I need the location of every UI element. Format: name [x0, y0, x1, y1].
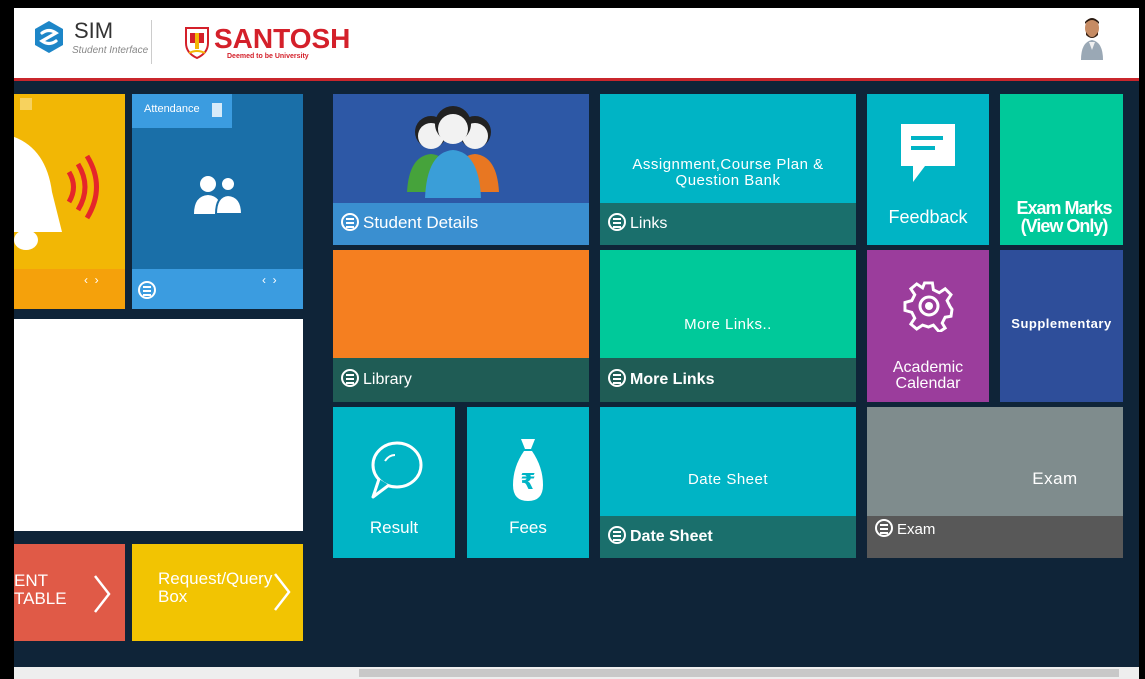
more-links-tile[interactable]: More Links.. More Links: [600, 250, 856, 402]
feedback-icon: [901, 124, 955, 182]
more-links-title: More Links..: [684, 316, 772, 333]
timetable-tile[interactable]: ENT TABLE: [14, 544, 125, 641]
university-subtitle: Deemed to be University: [227, 53, 309, 60]
university-crest-icon: [185, 27, 209, 59]
gear-icon: [903, 281, 954, 332]
exam-marks-label: Exam Marks (View Only): [1016, 198, 1112, 236]
user-avatar[interactable]: [1079, 16, 1105, 60]
dashboard: ‹ › Attendance ‹ › Student Details Assig…: [14, 81, 1139, 667]
tag-icon: [20, 98, 32, 110]
exam-title: Exam: [1032, 469, 1078, 488]
feedback-label: Feedback: [888, 207, 968, 227]
links-text: Links: [630, 215, 668, 232]
more-links-label: More Links: [608, 369, 714, 389]
chat-bubble-icon: [371, 441, 423, 499]
students-icon: [407, 106, 499, 198]
svg-text:₹: ₹: [520, 470, 535, 495]
student-details-text: Student Details: [363, 213, 479, 232]
student-details-label: Student Details: [341, 213, 478, 233]
header-divider: [151, 20, 152, 64]
date-sheet-text: Date Sheet: [630, 528, 713, 545]
fees-label: Fees: [509, 518, 547, 537]
attendance-pager[interactable]: ‹ ›: [262, 273, 277, 287]
scrollbar-thumb[interactable]: [359, 669, 1119, 677]
library-label: Library: [341, 369, 412, 389]
request-query-tile[interactable]: Request/Query Box: [132, 544, 303, 641]
exam-marks-tile[interactable]: Exam Marks (View Only): [1000, 94, 1123, 245]
list-icon: [608, 526, 626, 544]
attendance-tag-label: Attendance: [144, 103, 200, 115]
library-tile[interactable]: Library: [333, 250, 589, 402]
white-content-panel: [14, 319, 303, 531]
feedback-tile[interactable]: Feedback: [867, 94, 989, 245]
academic-calendar-tile[interactable]: Academic Calendar: [867, 250, 989, 402]
list-icon: [138, 281, 156, 299]
list-icon: [341, 213, 359, 231]
chevron-right-icon: [274, 573, 291, 611]
chevron-right-icon: [94, 575, 111, 613]
student-details-tile[interactable]: Student Details: [333, 94, 589, 245]
fees-tile[interactable]: ₹ Fees: [467, 407, 589, 558]
list-icon: [608, 369, 626, 387]
result-tile[interactable]: Result: [333, 407, 455, 558]
horizontal-scrollbar[interactable]: [14, 667, 1139, 679]
notification-tile[interactable]: ‹ ›: [14, 94, 125, 309]
people-icon: [194, 176, 244, 215]
supplementary-label: Supplementary: [1011, 316, 1112, 331]
assignment-title: Assignment,Course Plan & Question Bank: [632, 156, 824, 189]
notification-pager[interactable]: ‹ ›: [84, 273, 99, 287]
tag-icon: [212, 103, 222, 117]
header: SIM Student Interface SANTOSH Deemed to …: [14, 8, 1139, 78]
date-sheet-label: Date Sheet: [608, 526, 713, 546]
exam-text: Exam: [897, 521, 936, 538]
attendance-bar: [132, 269, 303, 309]
timetable-label: ENT TABLE: [14, 572, 67, 608]
more-links-text: More Links: [630, 371, 715, 388]
links-tile[interactable]: Assignment,Course Plan & Question Bank L…: [600, 94, 856, 245]
list-icon: [608, 213, 626, 231]
date-sheet-tile[interactable]: Date Sheet Date Sheet: [600, 407, 856, 558]
date-sheet-title: Date Sheet: [687, 471, 769, 488]
request-query-label: Request/Query Box: [158, 569, 273, 606]
list-icon: [341, 369, 359, 387]
result-label: Result: [369, 518, 419, 537]
bell-icon: [14, 136, 99, 250]
app-frame: SIM Student Interface SANTOSH Deemed to …: [14, 8, 1139, 679]
exam-tile[interactable]: Exam Exam: [867, 407, 1123, 558]
university-name: SANTOSH: [214, 23, 351, 54]
timetable-label-line1: ENT: [14, 571, 48, 590]
money-bag-icon: ₹: [513, 439, 543, 501]
sim-title: SIM: [74, 18, 114, 43]
academic-calendar-label: Academic Calendar: [892, 359, 964, 392]
list-icon: [875, 519, 893, 537]
attendance-tag: Attendance: [132, 94, 232, 128]
links-label: Links: [608, 213, 667, 233]
library-text: Library: [363, 371, 412, 388]
supplementary-tile[interactable]: Supplementary: [1000, 250, 1123, 402]
sim-subtitle: Student Interface: [72, 45, 149, 56]
exam-label: Exam: [875, 519, 935, 538]
timetable-label-line2: TABLE: [14, 589, 67, 608]
sim-logo-icon: [35, 21, 63, 53]
attendance-tile[interactable]: Attendance ‹ ›: [132, 94, 303, 309]
notification-bar: [14, 269, 125, 309]
